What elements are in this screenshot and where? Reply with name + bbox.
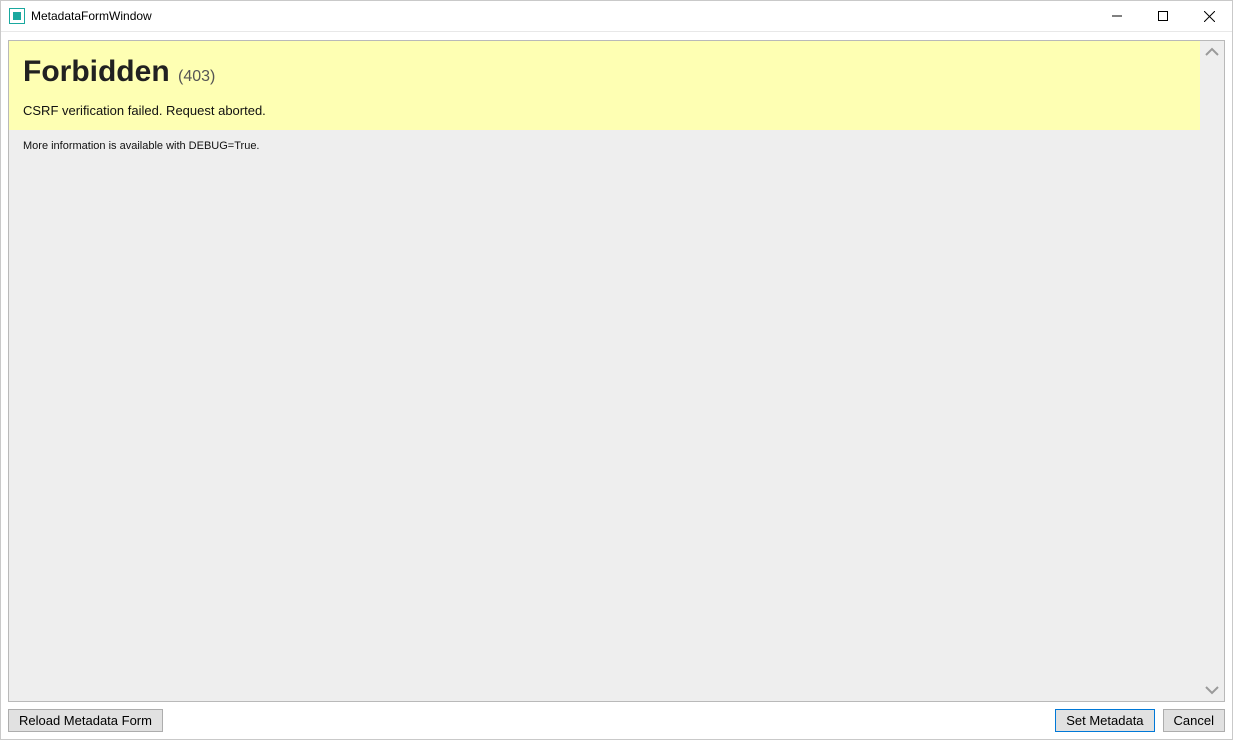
error-heading-text: Forbidden	[23, 55, 170, 88]
set-metadata-button[interactable]: Set Metadata	[1055, 709, 1154, 732]
vertical-scrollbar[interactable]	[1200, 41, 1224, 701]
content-body: Forbidden (403) CSRF verification failed…	[9, 41, 1200, 701]
app-icon	[9, 8, 25, 24]
window-root: MetadataFormWindow Forbidden (403) CSRF …	[0, 0, 1233, 740]
scroll-up-button[interactable]	[1200, 41, 1224, 63]
error-code: (403)	[178, 68, 215, 85]
title-bar[interactable]: MetadataFormWindow	[1, 1, 1232, 32]
debug-info: More information is available with DEBUG…	[9, 130, 1200, 162]
close-icon	[1204, 11, 1215, 22]
client-area: Forbidden (403) CSRF verification failed…	[1, 32, 1232, 739]
chevron-up-icon	[1205, 47, 1219, 57]
chevron-down-icon	[1205, 685, 1219, 695]
error-banner: Forbidden (403) CSRF verification failed…	[9, 41, 1200, 130]
window-title: MetadataFormWindow	[31, 9, 152, 23]
minimize-icon	[1112, 11, 1122, 21]
minimize-button[interactable]	[1094, 1, 1140, 31]
error-message: CSRF verification failed. Request aborte…	[23, 103, 1186, 118]
cancel-button[interactable]: Cancel	[1163, 709, 1225, 732]
scroll-track[interactable]	[1200, 63, 1224, 679]
reload-metadata-form-button[interactable]: Reload Metadata Form	[8, 709, 163, 732]
content-frame: Forbidden (403) CSRF verification failed…	[8, 40, 1225, 702]
error-heading: Forbidden (403)	[23, 55, 1186, 89]
scroll-down-button[interactable]	[1200, 679, 1224, 701]
button-bar: Reload Metadata Form Set Metadata Cancel	[8, 709, 1225, 732]
maximize-icon	[1158, 11, 1168, 21]
close-button[interactable]	[1186, 1, 1232, 31]
maximize-button[interactable]	[1140, 1, 1186, 31]
